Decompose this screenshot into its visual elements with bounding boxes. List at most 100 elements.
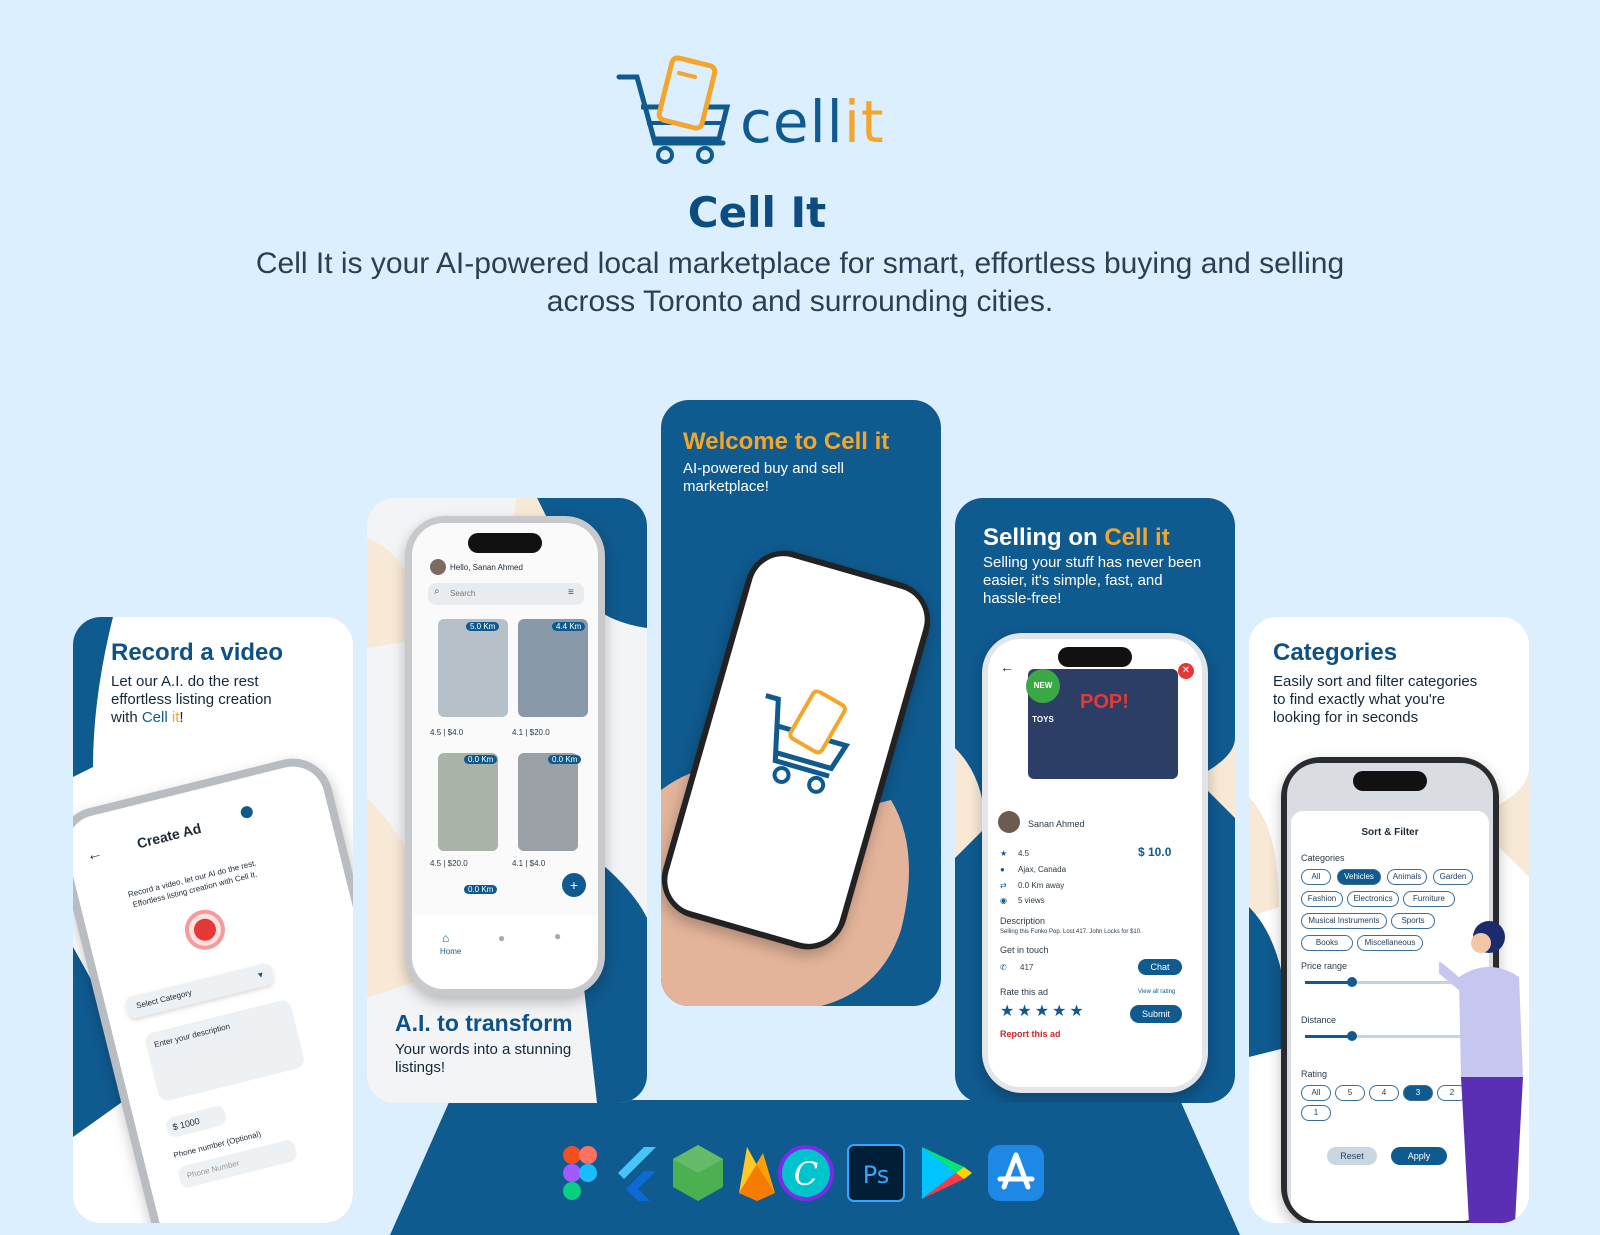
distance-text: 0.0 Km away <box>1018 881 1065 890</box>
card-title: A.I. to transform <box>395 1010 573 1036</box>
flutter-icon <box>618 1147 656 1201</box>
route-icon: ⇄ <box>1000 881 1007 890</box>
card-subtitle-2: marketplace! <box>683 478 769 495</box>
report-link[interactable]: Report this ad <box>1000 1029 1061 1039</box>
figma-icon <box>563 1146 597 1200</box>
category-chip-garden[interactable]: Garden <box>1433 869 1473 885</box>
card-subtitle-1: Let our A.I. do the rest <box>111 673 259 690</box>
card-title: Welcome to Cell it <box>683 428 890 455</box>
categories-label: Categories <box>1301 853 1345 863</box>
card-subtitle-1: Easily sort and filter categories <box>1273 673 1478 690</box>
person-illustration <box>1439 921 1523 1223</box>
cellit-cart-logo <box>765 689 851 794</box>
view-rating-link[interactable]: View all rating <box>1138 989 1175 995</box>
filter-icon[interactable]: ≡ <box>568 587 574 598</box>
rating-chip-3[interactable]: 3 <box>1403 1085 1433 1101</box>
nodejs-icon <box>673 1145 723 1201</box>
listing-image-2[interactable] <box>518 619 588 717</box>
rating-chip-4[interactable]: 4 <box>1369 1085 1399 1101</box>
home-icon[interactable]: ⌂ <box>442 931 449 945</box>
location-icon: ● <box>1000 865 1005 874</box>
card-subtitle-1: Your words into a stunning <box>395 1041 572 1058</box>
category-chip-vehicles[interactable]: Vehicles <box>1337 869 1381 885</box>
card-categories: Categories Easily sort and filter catego… <box>1249 617 1529 1223</box>
category-chip-musical-instruments[interactable]: Musical Instruments <box>1301 913 1387 929</box>
star-icon: ★ <box>1000 849 1008 858</box>
price-range-label: Price range <box>1301 961 1348 971</box>
category-chip-animals[interactable]: Animals <box>1387 869 1427 885</box>
avatar <box>998 811 1020 833</box>
description-input[interactable]: Enter your description <box>143 998 307 1103</box>
distance-label: Distance <box>1301 1015 1337 1025</box>
card-subtitle-2: effortless listing creation <box>111 691 272 708</box>
distance-badge: 5.0 Km <box>466 622 500 631</box>
distance-badge: 0.0 Km <box>464 885 498 894</box>
slider-handle[interactable] <box>1347 977 1357 987</box>
profile-icon[interactable]: ● <box>554 929 561 943</box>
card-welcome: Welcome to Cell it AI-powered buy and se… <box>661 400 941 1006</box>
chat-button[interactable]: Chat <box>1138 959 1182 975</box>
svg-text:C: C <box>794 1155 818 1193</box>
card-subtitle-3: hassle-free! <box>983 590 1062 607</box>
info-icon[interactable] <box>239 804 255 820</box>
card-title: Record a video <box>111 639 284 666</box>
record-hint: Record a video, let our AI do the rest. … <box>127 858 259 910</box>
submit-button[interactable]: Submit <box>1130 1005 1182 1023</box>
contact-label: Get in touch <box>1000 945 1049 955</box>
sheet-title: Sort & Filter <box>1361 827 1419 838</box>
tagline: Cell It is your AI-powered local marketp… <box>255 247 1345 318</box>
reset-button[interactable]: Reset <box>1327 1147 1377 1165</box>
seller-name: Sanan Ahmed <box>1028 819 1085 829</box>
card-subtitle-3: looking for in seconds <box>1273 709 1419 726</box>
close-icon[interactable]: ✕ <box>1178 663 1194 679</box>
chat-icon[interactable]: ● <box>498 931 505 945</box>
phone-icon: ✆ <box>1000 963 1007 972</box>
price-input[interactable]: $ 1000 <box>164 1104 228 1139</box>
search-icon: ⌕ <box>434 586 440 597</box>
category-chip-fashion[interactable]: Fashion <box>1301 891 1343 907</box>
category-chip-electronics[interactable]: Electronics <box>1347 891 1399 907</box>
rating-chip-1[interactable]: 1 <box>1301 1105 1331 1121</box>
category-chip-furniture[interactable]: Furniture <box>1403 891 1455 907</box>
back-arrow-icon[interactable]: ← <box>85 845 105 866</box>
search-input[interactable]: Search <box>428 583 584 605</box>
pop-logo-text: POP! <box>1080 691 1129 713</box>
avatar[interactable] <box>430 559 446 575</box>
listing-meta: 4.5 | $4.0 <box>430 728 464 737</box>
rating-chip-all[interactable]: All <box>1301 1085 1331 1101</box>
card-title: Selling on Cell it <box>983 524 1170 551</box>
svg-text:Ps: Ps <box>863 1161 890 1189</box>
category-chip-sports[interactable]: Sports <box>1391 913 1435 929</box>
listing-image-4[interactable] <box>518 753 578 851</box>
card-subtitle-2: easier, it's simple, fast, and <box>983 572 1163 589</box>
google-play-icon <box>922 1147 972 1199</box>
new-toys-badge: NEW TOYS <box>1026 669 1060 724</box>
card-ai-transform: Hello, Sanan Ahmed Search ⌕ ≡ 5.0 Km 4.4… <box>367 498 647 1103</box>
greeting: Hello, Sanan Ahmed <box>450 563 523 572</box>
add-listing-button[interactable]: + <box>562 873 586 897</box>
price: $ 10.0 <box>1138 845 1172 859</box>
app-store-icon <box>988 1145 1044 1201</box>
card-selling: Selling on Cell it Selling your stuff ha… <box>955 498 1235 1103</box>
record-button[interactable] <box>180 905 230 955</box>
listing-image-1[interactable] <box>438 619 508 717</box>
photoshop-icon: Ps <box>847 1144 905 1202</box>
rating-stars[interactable]: ★★★★★ <box>1000 1001 1087 1021</box>
screen-title: Create Ad <box>135 819 203 852</box>
eye-icon: ◉ <box>1000 896 1007 905</box>
phone-number: 417 <box>1020 963 1034 972</box>
back-arrow-icon[interactable]: ← <box>1000 659 1014 675</box>
page-title: Cell It <box>687 188 827 237</box>
views-text: 5 views <box>1018 896 1045 905</box>
description-label: Description <box>1000 916 1046 926</box>
listing-meta: 4.1 | $20.0 <box>512 728 550 737</box>
slider-handle[interactable] <box>1347 1031 1357 1041</box>
category-chip-all[interactable]: All <box>1301 869 1331 885</box>
card-subtitle-2: to find exactly what you're <box>1273 691 1446 708</box>
rating-chip-5[interactable]: 5 <box>1335 1085 1365 1101</box>
distance-badge: 0.0 Km <box>464 755 498 764</box>
category-chip-books[interactable]: Books <box>1301 935 1353 951</box>
listing-image-3[interactable] <box>438 753 498 851</box>
distance-badge: 0.0 Km <box>548 755 582 764</box>
category-chip-miscellaneous[interactable]: Miscellaneous <box>1357 935 1423 951</box>
